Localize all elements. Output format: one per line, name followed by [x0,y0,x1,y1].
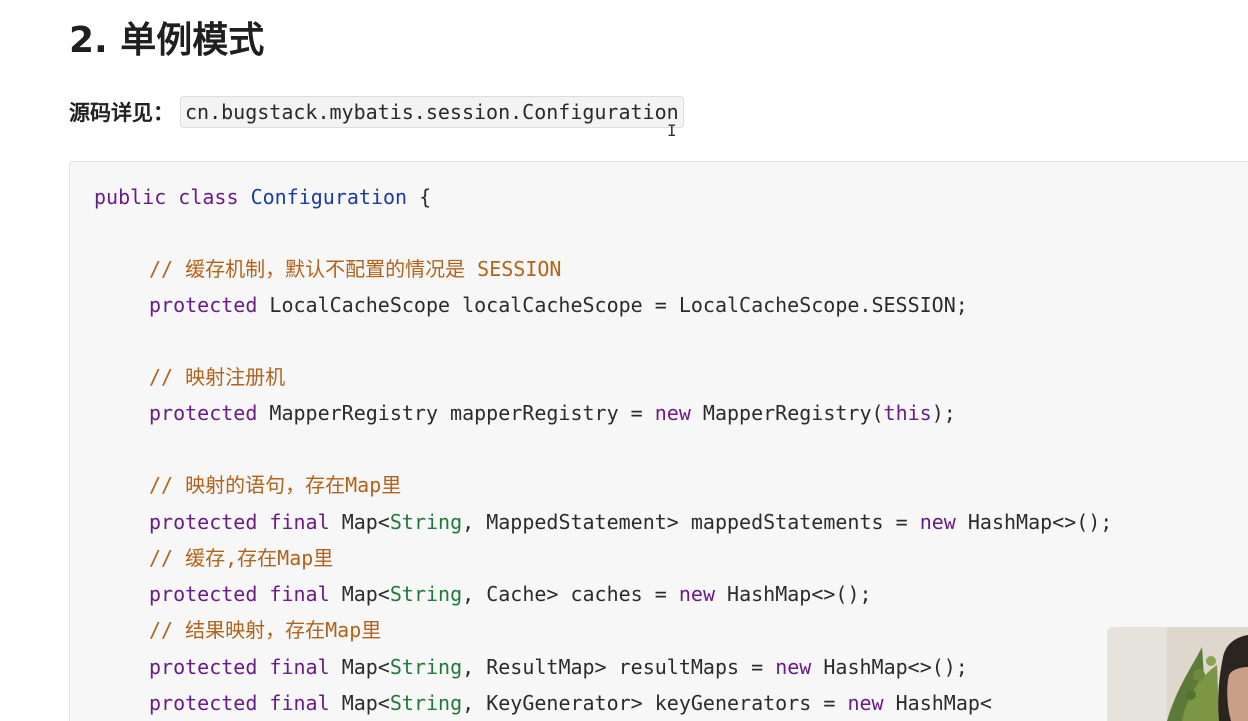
keyword: new [847,691,884,715]
code-comment: // 缓存,存在Map里 [94,544,333,572]
comment-text: // 映射注册机 [149,365,286,389]
webcam-feed-image [1107,627,1248,721]
class-name: Configuration [250,185,408,209]
code-text: HashMap<>(); [967,510,1113,534]
code-comment: // 缓存机制，默认不配置的情况是 SESSION [94,255,561,283]
code-text: Map< [341,510,390,534]
code-text: LocalCacheScope localCacheScope = LocalC… [269,293,968,317]
code-comment: // 映射的语句，存在Map里 [94,471,401,499]
keyword: new [775,655,812,679]
comment-text: // 缓存,存在Map里 [149,546,334,570]
keyword: this [883,401,932,425]
code-line-key-generators: protected final Map<String, KeyGenerator… [94,689,992,717]
code-line-local-cache-scope: protected LocalCacheScope localCacheScop… [94,291,968,319]
code-text: , Cache> caches = [462,582,667,606]
code-comment: // 映射注册机 [94,363,285,391]
code-block[interactable]: public class Configuration { // 缓存机制，默认不… [69,161,1248,721]
type-name: String [389,582,463,606]
section-heading: 2. 单例模式 [69,20,265,61]
code-line-caches: protected final Map<String, Cache> cache… [94,580,872,608]
source-label: 源码详见： [69,101,174,125]
code-text: HashMap<>(); [823,655,968,679]
code-text: Map< [341,655,390,679]
code-text: HashMap<>(); [727,582,872,606]
keyword: public [94,185,167,209]
code-text: Map< [341,691,390,715]
code-text: , ResultMap> resultMaps = [462,655,764,679]
type-name: String [389,655,463,679]
code-text: MapperRegistry( [702,401,884,425]
keyword: class [178,185,239,209]
brace: { [419,185,432,209]
code-text: , MappedStatement> mappedStatements = [462,510,908,534]
code-comment: // 结果映射，存在Map里 [94,616,381,644]
keyword: protected [149,582,258,606]
keyword: final [269,510,330,534]
webcam-overlay [1107,627,1248,721]
keyword: final [269,691,330,715]
keyword: protected [149,691,258,715]
comment-text: // 结果映射，存在Map里 [149,618,382,642]
comment-text: // 映射的语句，存在Map里 [149,473,402,497]
code-text: Map< [341,582,390,606]
keyword: protected [149,655,258,679]
keyword: new [654,401,691,425]
code-text: ); [931,401,956,425]
code-line-mapped-statements: protected final Map<String, MappedStatem… [94,508,1112,536]
source-reference: 源码详见： cn.bugstack.mybatis.session.Config… [69,96,684,128]
keyword: new [678,582,715,606]
source-path-code[interactable]: cn.bugstack.mybatis.session.Configuratio… [180,96,684,128]
code-line-class-decl: public class Configuration { [94,183,431,211]
type-name: String [389,691,463,715]
keyword: final [269,582,330,606]
code-text: , KeyGenerator> keyGenerators = [462,691,836,715]
type-name: String [389,510,463,534]
comment-text: // 缓存机制，默认不配置的情况是 SESSION [149,257,562,281]
keyword: new [919,510,956,534]
keyword: protected [149,401,258,425]
keyword: final [269,655,330,679]
text-cursor-icon: I [667,121,677,140]
code-text: MapperRegistry mapperRegistry = [269,401,643,425]
keyword: protected [149,293,258,317]
code-line-result-maps: protected final Map<String, ResultMap> r… [94,653,968,681]
code-line-mapper-registry: protected MapperRegistry mapperRegistry … [94,399,956,427]
code-text: HashMap< [895,691,992,715]
keyword: protected [149,510,258,534]
